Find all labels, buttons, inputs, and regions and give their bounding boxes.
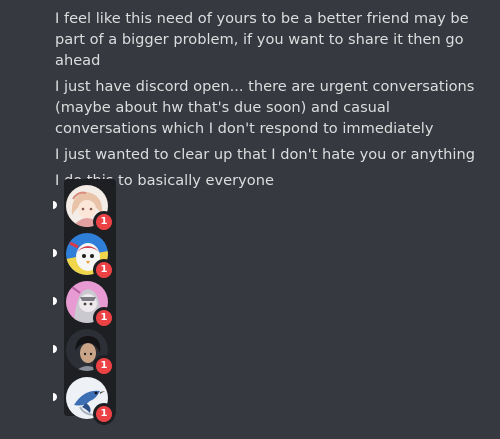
unread-dm-list: 1 1 1 1 1 xyxy=(53,179,116,425)
unread-indicator xyxy=(53,297,57,305)
message-text: I do this to basically everyone xyxy=(55,172,274,189)
dm-item[interactable]: 1 xyxy=(53,374,116,425)
dm-item[interactable]: 1 xyxy=(53,230,116,281)
unread-indicator xyxy=(53,201,57,209)
unread-indicator xyxy=(53,249,57,257)
chat-view: I feel like this need of yours to be a b… xyxy=(0,0,500,439)
message-text: I just wanted to clear up that I don't h… xyxy=(55,146,475,163)
unread-badge: 1 xyxy=(93,403,115,425)
unread-indicator xyxy=(53,393,57,401)
dm-item[interactable]: 1 xyxy=(53,182,116,233)
message-text: I just have discord open... there are ur… xyxy=(55,78,475,137)
message-text: I feel like this need of yours to be a b… xyxy=(55,10,469,69)
dm-item[interactable]: 1 xyxy=(53,326,116,377)
message-group: I feel like this need of yours to be a b… xyxy=(55,8,495,196)
unread-indicator xyxy=(53,345,57,353)
dm-item[interactable]: 1 xyxy=(53,278,116,329)
